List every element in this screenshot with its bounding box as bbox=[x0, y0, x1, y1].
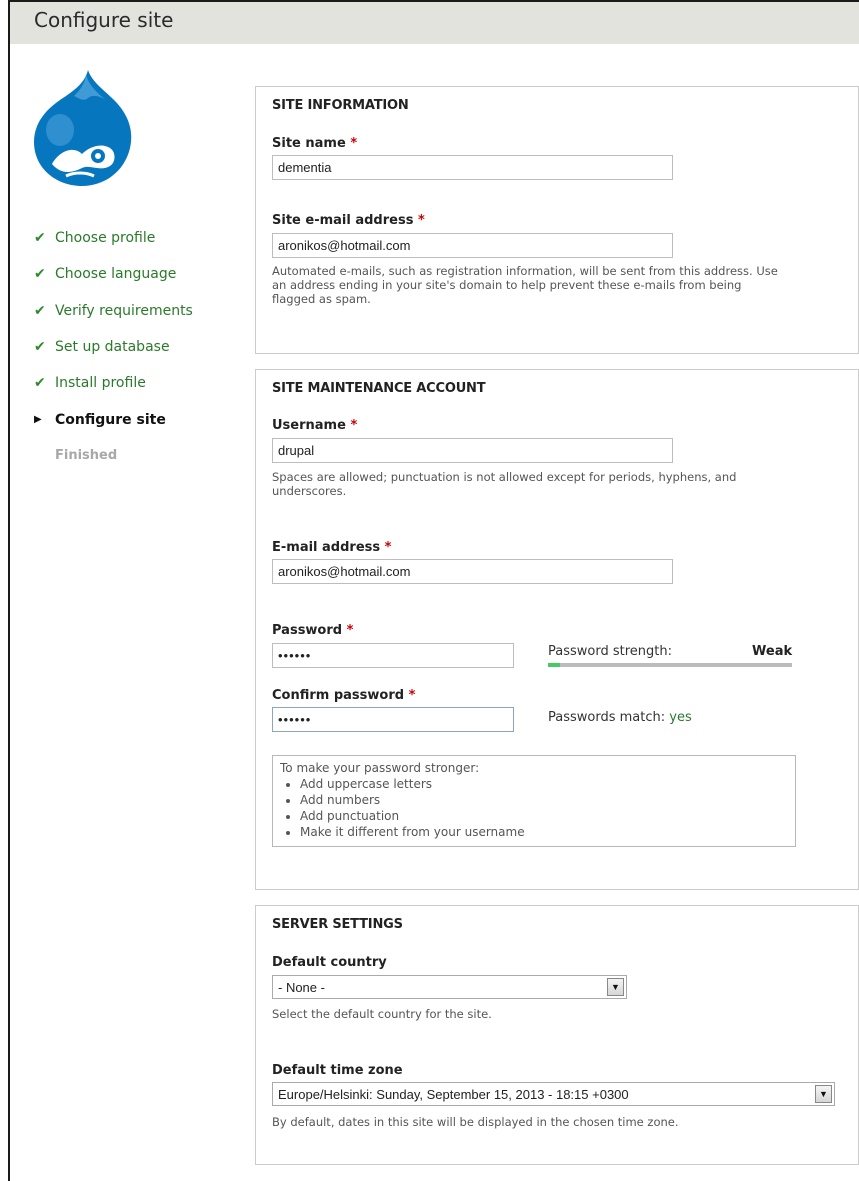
password-suggestion-item: Make it different from your username bbox=[300, 824, 788, 840]
site-name-input[interactable] bbox=[272, 155, 673, 180]
password-input[interactable] bbox=[272, 643, 514, 668]
default-timezone-select[interactable]: Europe/Helsinki: Sunday, September 15, 2… bbox=[272, 1082, 835, 1106]
install-steps: ✔ Choose profile ✔ Choose language ✔ Verify r… bbox=[34, 220, 193, 474]
username-input[interactable] bbox=[272, 438, 673, 463]
default-timezone-value: Europe/Helsinki: Sunday, September 15, 2… bbox=[278, 1087, 629, 1102]
email-label: E-mail address * bbox=[272, 540, 392, 555]
site-email-label: Site e-mail address * bbox=[272, 213, 425, 228]
password-label: Password * bbox=[272, 623, 354, 638]
default-timezone-description: By default, dates in this site will be d… bbox=[272, 1115, 679, 1129]
default-country-label: Default country bbox=[272, 955, 387, 970]
step-item-install-profile: ✔ Install profile bbox=[34, 365, 193, 401]
step-label: Install profile bbox=[55, 375, 146, 392]
password-suggestions: To make your password stronger: Add uppe… bbox=[272, 755, 796, 847]
username-description: Spaces are allowed; punctuation is not a… bbox=[272, 470, 737, 498]
check-icon: ✔ bbox=[34, 339, 46, 356]
step-item-configure-site: ▶ Configure site bbox=[34, 401, 193, 437]
email-input[interactable] bbox=[272, 559, 673, 584]
chevron-down-icon[interactable]: ▼ bbox=[607, 978, 624, 996]
site-email-description: Automated e-mails, such as registration … bbox=[272, 264, 778, 306]
title-bar: Configure site bbox=[10, 2, 859, 44]
site-information-fieldset: SITE INFORMATION Site name * Site e-mail… bbox=[255, 86, 859, 354]
step-label: Set up database bbox=[55, 339, 170, 356]
default-country-value: - None - bbox=[278, 980, 325, 995]
site-name-label: Site name * bbox=[272, 136, 358, 151]
step-label: Choose language bbox=[55, 266, 177, 283]
step-item-choose-language: ✔ Choose language bbox=[34, 256, 193, 292]
step-label: Configure site bbox=[55, 411, 166, 428]
password-strength-bar bbox=[548, 663, 792, 667]
default-country-select[interactable]: - None - ▼ bbox=[272, 975, 627, 999]
username-label: Username * bbox=[272, 418, 358, 433]
site-information-legend: SITE INFORMATION bbox=[272, 98, 409, 113]
step-label: Finished bbox=[55, 448, 118, 464]
drupal-logo bbox=[34, 70, 132, 186]
confirm-password-input[interactable] bbox=[272, 707, 514, 732]
site-email-input[interactable] bbox=[272, 233, 673, 258]
default-timezone-label: Default time zone bbox=[272, 1063, 403, 1078]
window-frame-left bbox=[8, 0, 10, 1181]
check-icon: ✔ bbox=[34, 266, 46, 283]
step-item-finished: Finished bbox=[34, 438, 193, 474]
server-settings-legend: SERVER SETTINGS bbox=[272, 917, 403, 932]
step-label: Verify requirements bbox=[55, 302, 193, 319]
password-suggestion-item: Add numbers bbox=[300, 792, 788, 808]
password-strength-fill bbox=[548, 663, 561, 667]
step-item-verify-requirements: ✔ Verify requirements bbox=[34, 293, 193, 329]
confirm-password-label: Confirm password * bbox=[272, 688, 416, 703]
maintenance-account-legend: SITE MAINTENANCE ACCOUNT bbox=[272, 381, 486, 396]
step-item-choose-profile: ✔ Choose profile bbox=[34, 220, 193, 256]
chevron-down-icon[interactable]: ▼ bbox=[815, 1085, 832, 1103]
password-suggestions-heading: To make your password stronger: bbox=[280, 761, 480, 775]
default-country-description: Select the default country for the site. bbox=[272, 1007, 492, 1021]
password-suggestions-list: Add uppercase lettersAdd numbersAdd punc… bbox=[280, 776, 788, 840]
password-suggestion-item: Add uppercase letters bbox=[300, 776, 788, 792]
check-icon: ✔ bbox=[34, 375, 46, 392]
triangle-right-icon: ▶ bbox=[34, 414, 42, 426]
step-label: Choose profile bbox=[55, 230, 156, 247]
password-strength-value: Weak bbox=[752, 644, 793, 659]
page-title: Configure site bbox=[34, 8, 174, 32]
server-settings-fieldset: SERVER SETTINGS Default country - None -… bbox=[255, 905, 859, 1165]
check-icon: ✔ bbox=[34, 302, 46, 319]
passwords-match-value: yes bbox=[669, 710, 692, 725]
step-item-set-up-database: ✔ Set up database bbox=[34, 329, 193, 365]
maintenance-account-fieldset: SITE MAINTENANCE ACCOUNT Username * Spac… bbox=[255, 369, 859, 890]
password-suggestion-item: Add punctuation bbox=[300, 808, 788, 824]
passwords-match: Passwords match: yes bbox=[548, 710, 692, 725]
password-strength-label: Password strength: bbox=[548, 644, 672, 659]
check-icon: ✔ bbox=[34, 230, 46, 247]
